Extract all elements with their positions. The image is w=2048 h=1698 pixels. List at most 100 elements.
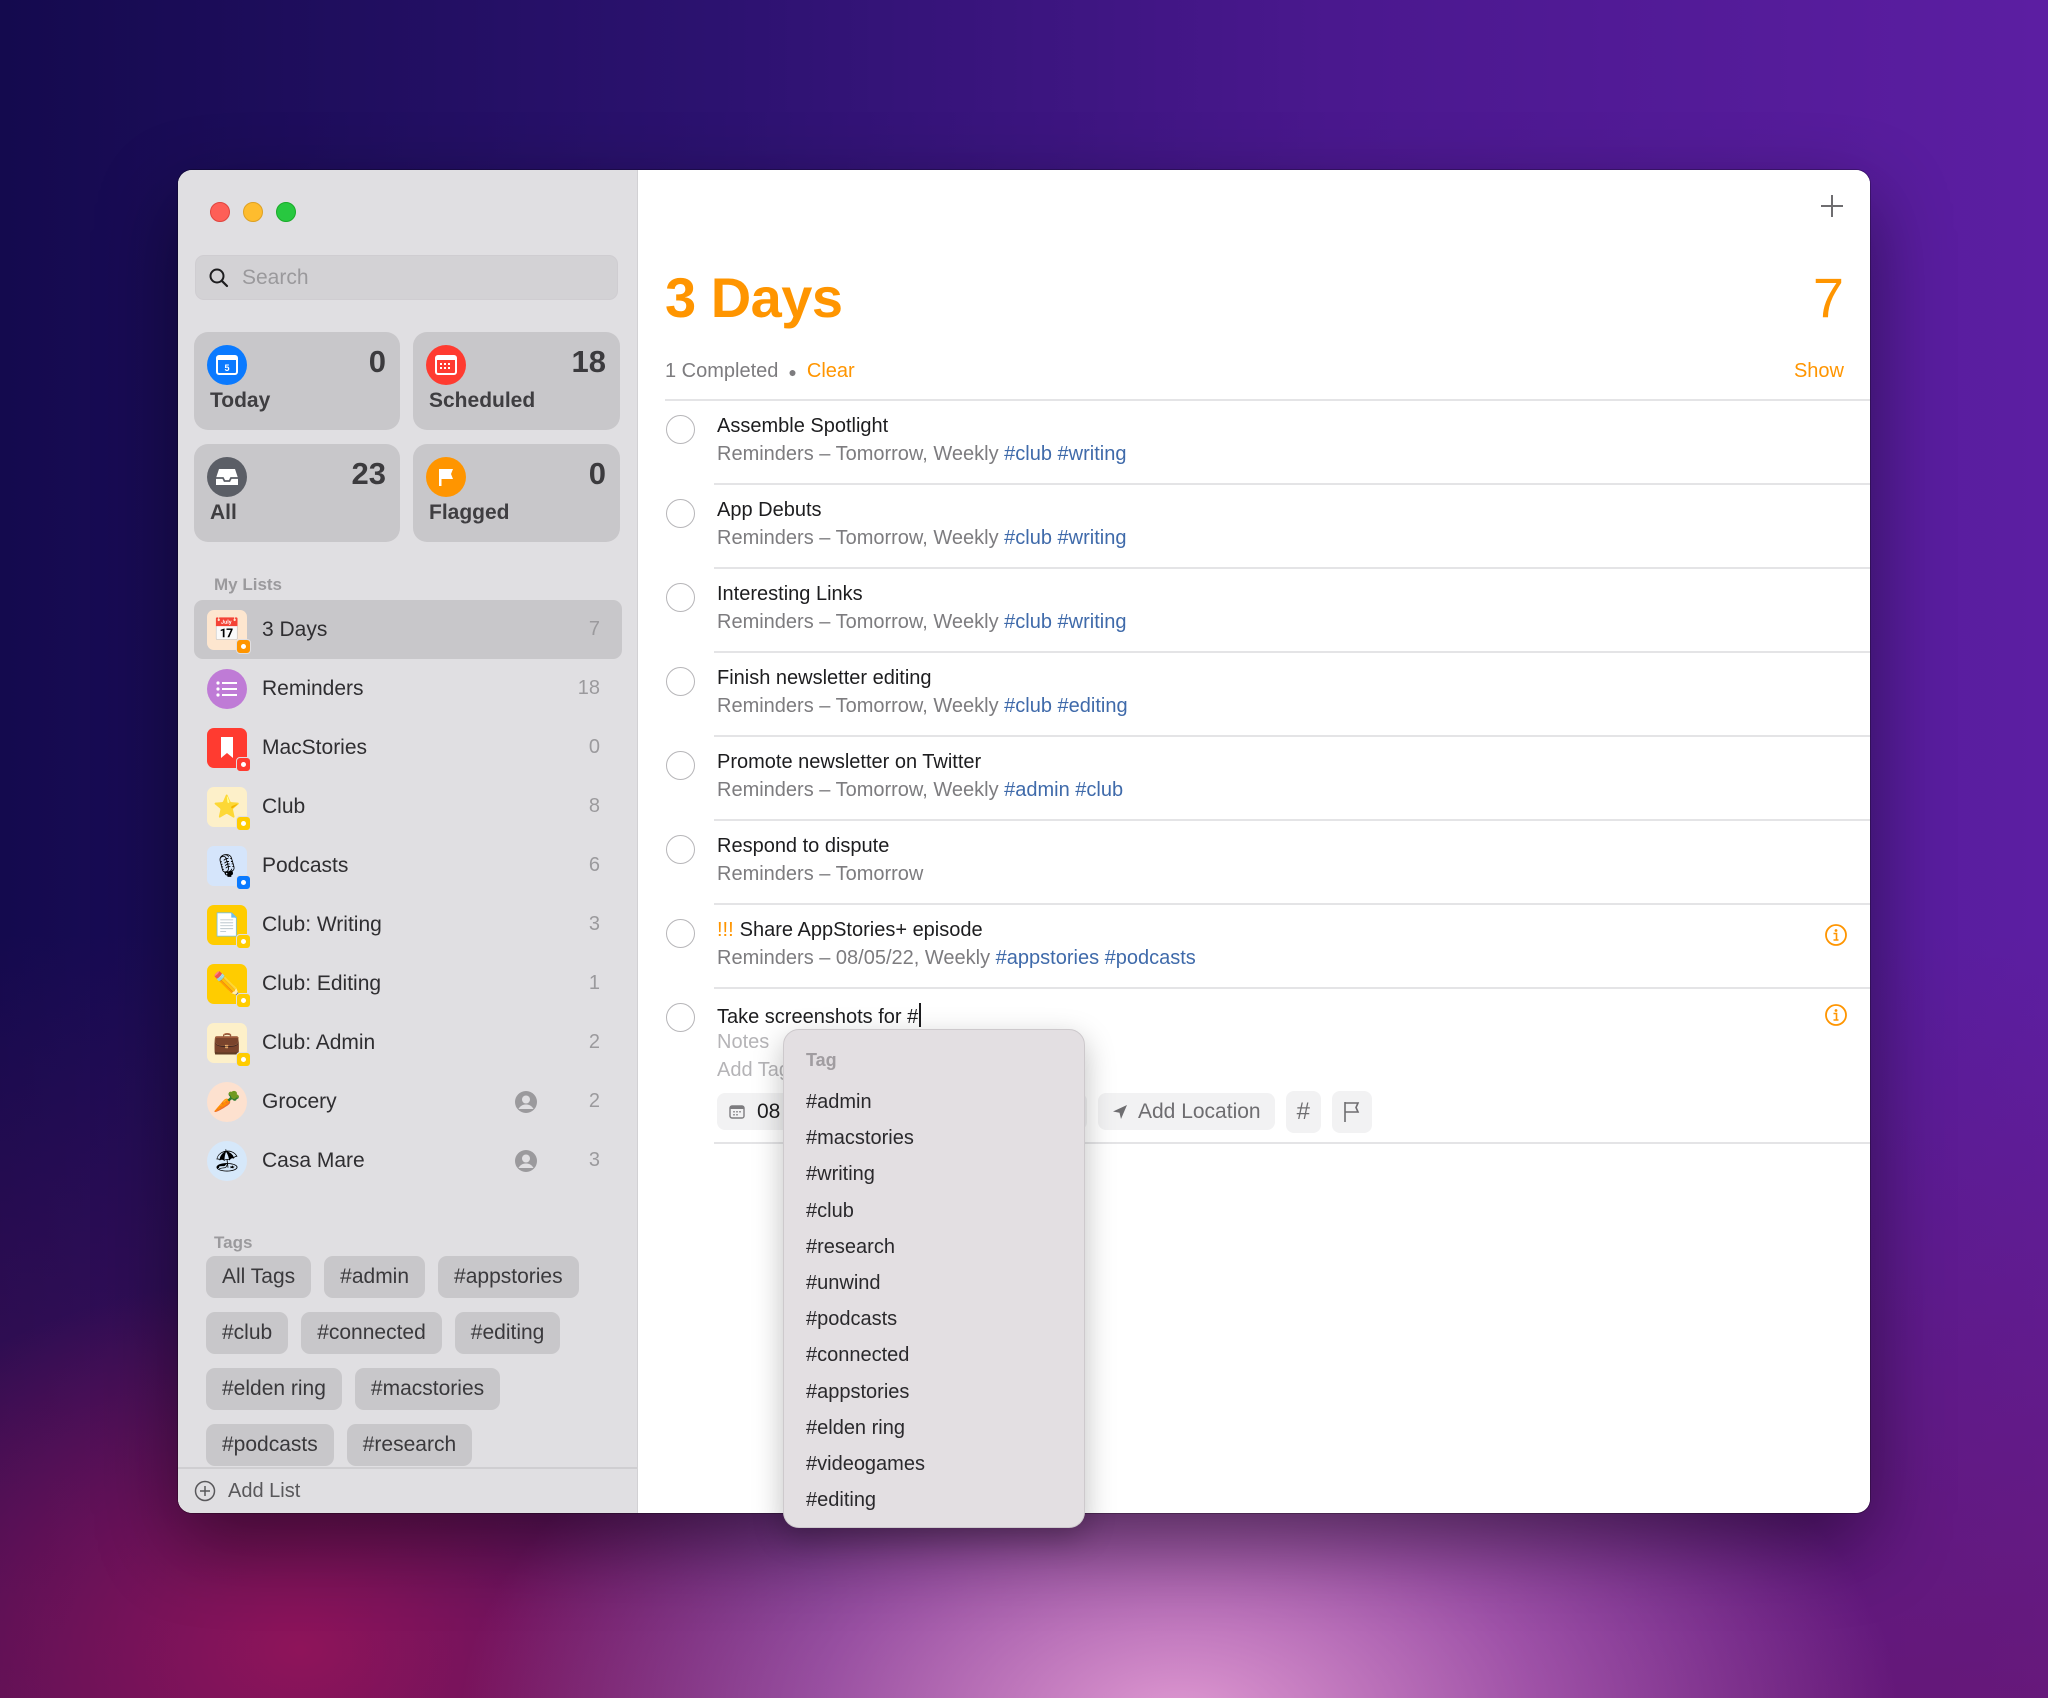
sidebar-list-item[interactable]: Reminders 18: [194, 659, 622, 718]
notes-field[interactable]: Notes: [717, 1031, 769, 1054]
sidebar-list-item[interactable]: 🎙 Podcasts 6: [194, 836, 622, 895]
reminder-tags[interactable]: #appstories #podcasts: [996, 947, 1196, 969]
reminder-subtitle: Reminders – Tomorrow, Weekly #club #edit…: [717, 695, 1128, 718]
reminder-tags[interactable]: #club #writing: [1004, 443, 1126, 465]
search-input[interactable]: [242, 265, 602, 290]
list-count: 2: [588, 1090, 600, 1112]
list-name: Club: Admin: [262, 1030, 376, 1054]
sidebar-list-item[interactable]: ✏️ Club: Editing 1: [194, 954, 622, 1013]
add-location-button[interactable]: Add Location: [1098, 1093, 1275, 1130]
sidebar-list-item[interactable]: 📅 3 Days 7: [194, 600, 622, 659]
calendar-grid-icon: [426, 345, 466, 385]
tag-chip[interactable]: #research: [346, 1424, 473, 1466]
tag-suggestion-item[interactable]: #unwind: [806, 1265, 925, 1301]
reminder-row[interactable]: Promote newsletter on Twitter Reminders –…: [639, 737, 1870, 821]
complete-checkbox[interactable]: [666, 415, 695, 444]
reminder-row[interactable]: Respond to dispute Reminders – Tomorrow: [639, 821, 1870, 905]
tags-heading: Tags: [214, 1233, 253, 1252]
complete-checkbox[interactable]: [666, 583, 695, 612]
tag-suggestion-item[interactable]: #macstories: [806, 1120, 925, 1156]
reminder-tags[interactable]: #club #writing: [1004, 611, 1126, 633]
tag-chip[interactable]: #editing: [454, 1312, 561, 1354]
sidebar-list-item[interactable]: 🥕 Grocery 2: [194, 1072, 622, 1131]
window-controls: [210, 202, 296, 222]
calendar-page-icon: 📅: [207, 609, 251, 654]
smart-list-flagged[interactable]: 0 Flagged: [413, 444, 620, 542]
tag-suggestion-item[interactable]: #club: [806, 1193, 925, 1229]
complete-checkbox[interactable]: [666, 499, 695, 528]
clear-completed-button[interactable]: Clear: [807, 360, 855, 383]
tag-chip[interactable]: #podcasts: [206, 1424, 334, 1466]
list-count: 7: [588, 618, 600, 640]
smart-list-badge-icon: [236, 992, 251, 1008]
complete-checkbox[interactable]: [666, 667, 695, 696]
list-name: Casa Mare: [262, 1148, 365, 1172]
tag-chip[interactable]: #appstories: [438, 1256, 579, 1298]
tag-suggestion-item[interactable]: #connected: [806, 1337, 925, 1373]
add-list-button[interactable]: Add List: [178, 1467, 637, 1513]
tag-suggestion-item[interactable]: #research: [806, 1229, 925, 1265]
complete-checkbox[interactable]: [666, 919, 695, 948]
tag-chip[interactable]: #macstories: [354, 1368, 501, 1410]
tag-suggestions-popup: Tag #admin #macstories #writing #club #resea…: [783, 1029, 1085, 1528]
complete-checkbox[interactable]: [666, 1003, 695, 1032]
all-tags-button[interactable]: All Tags: [206, 1256, 312, 1298]
info-icon[interactable]: [1824, 1003, 1848, 1027]
tag-chip[interactable]: #club: [206, 1312, 289, 1354]
reminder-title-text: Respond to dispute: [717, 835, 890, 857]
reminder-tags[interactable]: #admin #club: [1004, 779, 1123, 801]
sidebar: 5 0 Today 18 Scheduled 23 All: [178, 170, 638, 1513]
smart-list-today[interactable]: 5 0 Today: [194, 332, 400, 430]
zoom-window-button[interactable]: [276, 202, 296, 222]
add-reminder-button[interactable]: [1818, 192, 1846, 220]
complete-checkbox[interactable]: [666, 835, 695, 864]
reminder-row[interactable]: !!! Share AppStories+ episode Reminders – …: [639, 905, 1870, 989]
reminder-tags[interactable]: #club #writing: [1004, 527, 1126, 549]
sidebar-list-item[interactable]: 🏖 Casa Mare 3: [194, 1131, 622, 1190]
search-field[interactable]: [195, 255, 618, 300]
reminder-title-text: App Debuts: [717, 499, 822, 521]
sidebar-list-item[interactable]: ⭐ Club 8: [194, 777, 622, 836]
tag-chip[interactable]: #admin: [324, 1256, 426, 1298]
tag-chip[interactable]: #connected: [301, 1312, 442, 1354]
sidebar-list-item[interactable]: 💼 Club: Admin 2: [194, 1013, 622, 1072]
flag-button[interactable]: [1331, 1091, 1372, 1133]
reminder-meta: Reminders – 08/05/22, Weekly: [717, 947, 991, 969]
shared-person-icon: [515, 1149, 537, 1172]
reminder-subtitle: Reminders – Tomorrow, Weekly #admin #clu…: [717, 779, 1123, 802]
reminder-row[interactable]: Interesting Links Reminders – Tomorrow, W…: [639, 569, 1870, 653]
close-window-button[interactable]: [210, 202, 230, 222]
tag-suggestion-item[interactable]: #appstories: [806, 1374, 925, 1410]
reminder-row[interactable]: App Debuts Reminders – Tomorrow, Weekly #…: [639, 485, 1870, 569]
reminder-title-text: Promote newsletter on Twitter: [717, 751, 982, 773]
tag-chip[interactable]: #elden ring: [206, 1368, 342, 1410]
show-completed-button[interactable]: Show: [1794, 360, 1844, 383]
tag-suggestion-item[interactable]: #podcasts: [806, 1301, 925, 1337]
tag-suggestion-item[interactable]: #admin: [806, 1084, 925, 1120]
smart-list-scheduled[interactable]: 18 Scheduled: [413, 332, 620, 430]
minimize-window-button[interactable]: [243, 202, 263, 222]
list-name: 3 Days: [262, 617, 328, 641]
reminder-title: Respond to dispute: [717, 835, 889, 858]
complete-checkbox[interactable]: [666, 751, 695, 780]
info-icon[interactable]: [1824, 923, 1848, 947]
smart-list-all[interactable]: 23 All: [194, 444, 400, 542]
list-count: 3: [588, 913, 600, 935]
smart-list-count: 0: [588, 456, 606, 491]
add-tag-button[interactable]: #: [1285, 1091, 1321, 1133]
tag-suggestion-list: #admin #macstories #writing #club #research #…: [806, 1084, 925, 1527]
reminder-title-input[interactable]: Take screenshots for #: [717, 1003, 922, 1029]
list-count: 3: [588, 1149, 600, 1171]
tag-suggestion-item[interactable]: #videogames: [806, 1446, 925, 1482]
tag-suggestion-item[interactable]: #writing: [806, 1156, 925, 1192]
tag-suggestion-item[interactable]: #editing: [806, 1482, 925, 1518]
sidebar-list-item[interactable]: MacStories 0: [194, 718, 622, 777]
tag-suggestion-item[interactable]: #audioGear: [806, 1518, 925, 1527]
completed-summary: 1 Completed ● Clear: [665, 360, 855, 383]
reminder-title-text: Finish newsletter editing: [717, 667, 932, 689]
reminder-tags[interactable]: #club #editing: [1004, 695, 1127, 717]
tag-suggestion-item[interactable]: #elden ring: [806, 1410, 925, 1446]
sidebar-list-item[interactable]: 📄 Club: Writing 3: [194, 895, 622, 954]
reminder-row[interactable]: Assemble Spotlight Reminders – Tomorrow, …: [639, 401, 1870, 485]
reminder-row[interactable]: Finish newsletter editing Reminders – Tom…: [639, 653, 1870, 737]
